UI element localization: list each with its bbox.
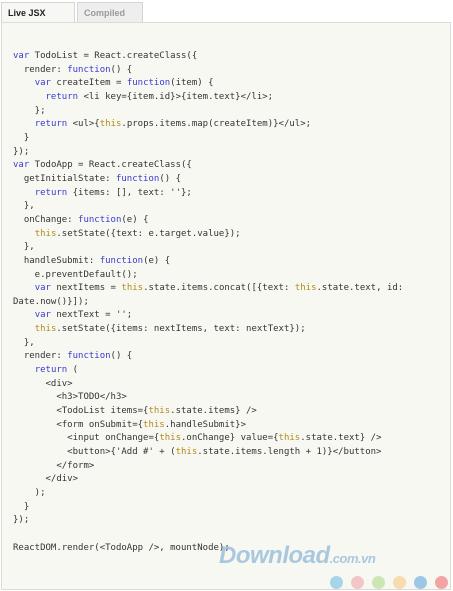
code-line: }); bbox=[13, 146, 30, 157]
code-line: <input onChange={this.onChange} value={t… bbox=[13, 433, 382, 444]
code-line: return <li key={item.id}>{item.text}</li… bbox=[45, 91, 274, 102]
code-line: }; bbox=[13, 105, 46, 116]
code-line: Date.now()}]); bbox=[13, 296, 89, 307]
watermark-dot bbox=[351, 576, 364, 589]
code-line: return {items: [], text: ''}; bbox=[34, 187, 192, 198]
code-line: var createItem = function(item) { bbox=[34, 78, 214, 89]
code-line: this.setState({items: nextItems, text: n… bbox=[34, 324, 306, 335]
code-line: </div> bbox=[13, 474, 79, 485]
tab-live-jsx-editor[interactable]: Live JSX Editor bbox=[1, 2, 75, 38]
code-line: </form> bbox=[13, 460, 95, 471]
code-line: var nextItems = this.state.items.concat(… bbox=[34, 283, 404, 294]
code-line: }, bbox=[13, 242, 35, 253]
code-line: ReactDOM.render(<TodoApp />, mountNode); bbox=[13, 542, 230, 553]
watermark-brand: Download bbox=[219, 542, 330, 569]
code-line: <div> bbox=[13, 378, 73, 389]
code-line: this.setState({text: e.target.value}); bbox=[34, 228, 241, 239]
code-line: <button>{'Add #' + (this.state.items.len… bbox=[13, 447, 382, 458]
code-line: }, bbox=[13, 337, 35, 348]
code-line: render: function() { bbox=[13, 64, 133, 75]
code-line: } bbox=[13, 132, 30, 143]
watermark-logo: Download.com.vn bbox=[219, 542, 376, 570]
code-editor[interactable]: var TodoList = React.createClass({ rende… bbox=[1, 22, 451, 590]
code-line: }); bbox=[13, 515, 30, 526]
watermark-dot bbox=[330, 576, 343, 589]
code-line: render: function() { bbox=[13, 351, 133, 362]
code-line: var nextText = ''; bbox=[34, 310, 133, 321]
editor-tabs: Live JSX Editor Compiled JS bbox=[0, 0, 453, 38]
tab-compiled-js[interactable]: Compiled JS bbox=[77, 2, 143, 38]
code-line: } bbox=[13, 501, 30, 512]
watermark-dot bbox=[372, 576, 385, 589]
code-line: var TodoList = React.createClass({ bbox=[13, 51, 198, 61]
watermark-dot bbox=[414, 576, 427, 589]
code-line: }, bbox=[13, 201, 35, 212]
code-content[interactable]: var TodoList = React.createClass({ rende… bbox=[13, 50, 403, 555]
code-line: <TodoList items={this.state.items} /> bbox=[13, 406, 257, 417]
code-line: var TodoApp = React.createClass({ bbox=[13, 160, 192, 171]
code-line: getInitialState: function() { bbox=[13, 173, 181, 184]
code-line: return <ul>{this.props.items.map(createI… bbox=[34, 119, 312, 130]
code-line: <h3>TODO</h3> bbox=[13, 392, 127, 403]
watermark-dot bbox=[435, 576, 448, 589]
code-line: ); bbox=[13, 488, 46, 498]
watermark-domain: .com.vn bbox=[329, 551, 376, 566]
code-line: e.preventDefault(); bbox=[13, 269, 138, 280]
code-line: <form onSubmit={this.handleSubmit}> bbox=[13, 419, 247, 430]
code-line: handleSubmit: function(e) { bbox=[13, 255, 171, 266]
code-line: return ( bbox=[34, 365, 79, 376]
code-line: onChange: function(e) { bbox=[13, 214, 149, 225]
watermark-dot bbox=[393, 576, 406, 589]
